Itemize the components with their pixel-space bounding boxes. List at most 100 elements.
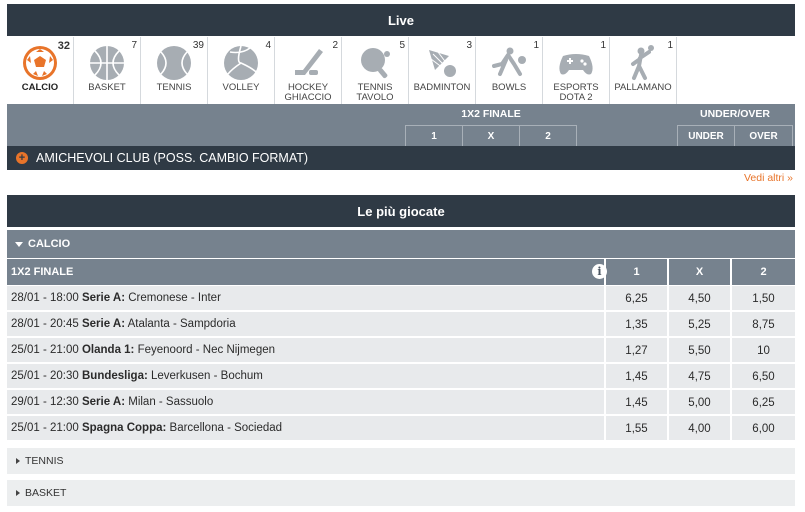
match-row: 29/01 - 12:30 Serie A: Milan - Sassuolo … [7,390,795,415]
sport-tabs: 32 CALCIO 7 BASKET 39 TENNIS 4 VOLLEY 2 … [7,37,795,104]
match-row: 25/01 - 21:00 Spagna Coppa: Barcellona -… [7,416,795,441]
ping-pong-icon [355,43,395,83]
match-datetime: 25/01 - 21:00 [11,344,79,356]
match-row: 28/01 - 20:45 Serie A: Atalanta - Sampdo… [7,312,795,337]
section-basket[interactable]: BASKET [7,480,795,506]
sport-label: VOLLEY [222,82,260,93]
match-league: Olanda 1: [81,344,135,356]
sport-tab-bowls[interactable]: 1 BOWLS [476,37,543,104]
section-label: BASKET [25,487,67,499]
sport-label: TENNIS [156,82,192,93]
match-league: Spagna Coppa: [81,422,167,434]
expand-plus-icon[interactable]: + [16,152,28,164]
odd-1[interactable]: 1,55 [604,416,667,441]
odd-x[interactable]: 4,00 [667,416,730,441]
match-teams: Atalanta - Sampdoria [127,318,236,330]
sport-label: PALLAMANO [614,82,672,93]
sport-label: HOCKEY GHIACCIO [284,82,332,103]
match-datetime: 25/01 - 21:00 [11,422,79,434]
match-league: Serie A: [81,318,126,330]
caret-right-icon [16,458,20,464]
match-league: Serie A: [81,396,126,408]
caret-down-icon [15,241,23,247]
sport-tab-badminton[interactable]: 3 BADMINTON [409,37,476,104]
hockey-stick-icon [288,43,328,83]
live-event-name: AMICHEVOLI CLUB (POSS. CAMBIO FORMAT) [36,151,309,165]
sport-label: BADMINTON [413,82,471,93]
sport-label: CALCIO [21,82,59,93]
odd-1[interactable]: 1,35 [604,312,667,337]
match-league: Serie A: [81,292,126,304]
odd-x[interactable]: 5,50 [667,338,730,363]
section-label: TENNIS [25,455,64,467]
tennis-ball-icon [154,43,194,83]
section-tennis[interactable]: TENNIS [7,448,795,474]
sport-count: 4 [265,40,271,51]
col-2: 2 [519,125,577,146]
match-info[interactable]: 25/01 - 21:00 Spagna Coppa: Barcellona -… [11,422,282,434]
sport-count: 3 [466,40,472,51]
sport-label: TENNIS TAVOLO [356,82,394,103]
live-event-group[interactable]: + AMICHEVOLI CLUB (POSS. CAMBIO FORMAT) [7,146,795,170]
sport-tab-esports[interactable]: 1 ESPORTS DOTA 2 [543,37,610,104]
live-odds-header: 1X2 FINALE 1 X 2 UNDER/OVER UNDER OVER [7,104,795,146]
match-datetime: 29/01 - 12:30 [11,396,79,408]
sport-count: 39 [192,40,204,51]
match-datetime: 28/01 - 18:00 [11,292,79,304]
basketball-icon [87,43,127,83]
market-title-1x2: 1X2 FINALE [461,108,521,120]
odd-x[interactable]: 5,25 [667,312,730,337]
sport-label: BOWLS [491,82,527,93]
match-info[interactable]: 29/01 - 12:30 Serie A: Milan - Sassuolo [11,396,213,408]
odd-x[interactable]: 4,75 [667,364,730,389]
section-calcio[interactable]: CALCIO [7,230,795,258]
odds-col-x: X [667,259,730,285]
odd-1[interactable]: 1,27 [604,338,667,363]
odd-1[interactable]: 1,45 [604,364,667,389]
odd-x[interactable]: 5,00 [667,390,730,415]
odd-2[interactable]: 6,25 [730,390,795,415]
match-teams: Barcellona - Sociedad [169,422,283,434]
odds-col-2: 2 [730,259,795,285]
odd-2[interactable]: 6,00 [730,416,795,441]
match-info[interactable]: 25/01 - 21:00 Olanda 1: Feyenoord - Nec … [11,344,275,356]
sport-count: 1 [533,40,539,51]
sport-tab-tennis-tavolo[interactable]: 5 TENNIS TAVOLO [342,37,409,104]
col-over: OVER [734,125,793,146]
sport-count: 5 [399,40,405,51]
odd-1[interactable]: 1,45 [604,390,667,415]
sport-count: 7 [131,40,137,51]
sport-tab-hockey[interactable]: 2 HOCKEY GHIACCIO [275,37,342,104]
match-info[interactable]: 28/01 - 18:00 Serie A: Cremonese - Inter [11,292,221,304]
section-label: CALCIO [28,238,71,250]
sport-tab-tennis[interactable]: 39 TENNIS [141,37,208,104]
shuttlecock-icon [422,43,462,83]
odd-x[interactable]: 4,50 [667,286,730,311]
market-label: 1X2 FINALE [11,266,74,278]
sport-tab-volley[interactable]: 4 VOLLEY [208,37,275,104]
odd-2[interactable]: 1,50 [730,286,795,311]
odd-2[interactable]: 6,50 [730,364,795,389]
odd-2[interactable]: 8,75 [730,312,795,337]
match-info[interactable]: 25/01 - 20:30 Bundesliga: Leverkusen - B… [11,370,263,382]
odd-1[interactable]: 6,25 [604,286,667,311]
market-header: 1X2 FINALE i 1 X 2 [7,259,795,285]
match-info[interactable]: 28/01 - 20:45 Serie A: Atalanta - Sampdo… [11,318,236,330]
sport-tab-calcio[interactable]: 32 CALCIO [7,37,74,104]
match-row: 25/01 - 21:00 Olanda 1: Feyenoord - Nec … [7,338,795,363]
see-more-link[interactable]: Vedi altri » [744,172,793,184]
bowls-icon [489,43,529,83]
match-league: Bundesliga: [81,370,148,382]
sport-count: 1 [600,40,606,51]
sport-tab-basket[interactable]: 7 BASKET [74,37,141,104]
sport-count: 32 [57,40,70,52]
odd-2[interactable]: 10 [730,338,795,363]
handball-player-icon [623,43,663,83]
sport-label: BASKET [88,82,126,93]
col-under: UNDER [677,125,735,146]
sport-count: 2 [332,40,338,51]
sport-tab-pallamano[interactable]: 1 PALLAMANO [610,37,677,104]
match-datetime: 28/01 - 20:45 [11,318,79,330]
market-title-under-over: UNDER/OVER [699,108,770,120]
match-row: 25/01 - 20:30 Bundesliga: Leverkusen - B… [7,364,795,389]
